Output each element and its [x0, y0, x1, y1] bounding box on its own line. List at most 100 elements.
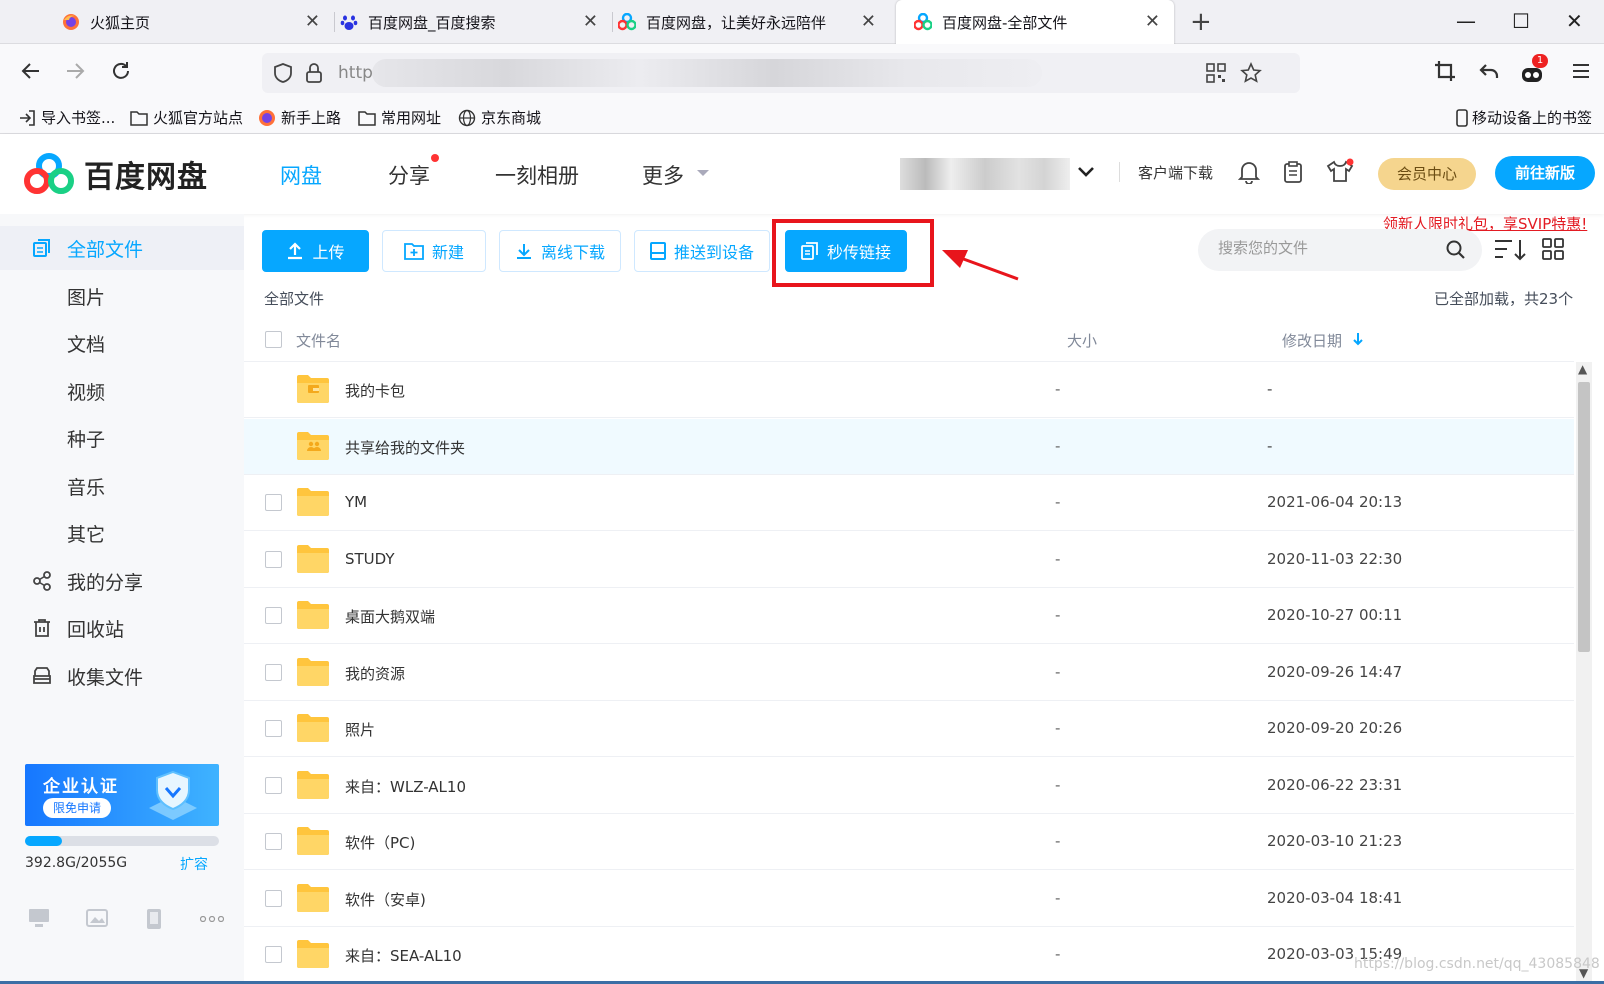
- file-name[interactable]: 我的资源: [345, 663, 405, 684]
- url-bar[interactable]: http: [262, 53, 1300, 93]
- column-header-name[interactable]: 文件名: [296, 330, 341, 351]
- bookmark-getting-started[interactable]: 新手上路: [258, 107, 341, 128]
- column-header-date[interactable]: 修改日期: [1282, 330, 1342, 351]
- table-row[interactable]: 来自：SEA-AL10-2020-03-03 15:49: [244, 927, 1574, 983]
- file-name[interactable]: 共享给我的文件夹: [345, 437, 465, 458]
- enterprise-banner[interactable]: 企业认证 限免申请: [25, 764, 219, 826]
- row-checkbox[interactable]: [265, 720, 282, 737]
- file-name[interactable]: YM: [345, 493, 367, 511]
- file-name[interactable]: 来自：SEA-AL10: [345, 945, 462, 966]
- table-row[interactable]: YM - 2021-06-04 20:13: [244, 475, 1574, 531]
- search-icon[interactable]: [1446, 240, 1466, 260]
- sidebar-item-other[interactable]: 其它: [0, 511, 244, 555]
- file-name[interactable]: 软件（安卓): [345, 889, 426, 910]
- sidebar-item-documents[interactable]: 文档: [0, 321, 244, 365]
- sort-icon[interactable]: [1494, 238, 1526, 262]
- new-version-button[interactable]: 前往新版: [1495, 156, 1595, 190]
- grid-view-icon[interactable]: [1542, 238, 1564, 260]
- nav-share[interactable]: 分享: [388, 160, 430, 190]
- file-name[interactable]: 软件（PC): [345, 832, 415, 853]
- tab-netdisk-files[interactable]: 百度网盘-全部文件 ✕: [896, 0, 1174, 44]
- reload-icon[interactable]: [110, 60, 132, 82]
- close-icon[interactable]: ✕: [1145, 12, 1160, 32]
- table-row[interactable]: 照片 - 2020-09-20 20:26: [244, 701, 1574, 757]
- bookmark-common-sites[interactable]: 常用网址: [358, 107, 441, 128]
- scroll-thumb[interactable]: [1578, 382, 1590, 652]
- upload-button[interactable]: 上传: [262, 230, 369, 272]
- scrollbar[interactable]: ▲ ▼: [1576, 362, 1592, 984]
- scroll-up-arrow-icon[interactable]: ▲: [1578, 362, 1587, 376]
- phone-icon[interactable]: [146, 908, 162, 930]
- file-name[interactable]: 照片: [345, 719, 375, 740]
- screenshot-icon[interactable]: [1434, 60, 1456, 82]
- undo-icon[interactable]: [1478, 60, 1500, 82]
- table-row[interactable]: STUDY - 2020-11-03 22:30: [244, 532, 1574, 588]
- bookmark-import[interactable]: 导入书签...: [18, 107, 115, 128]
- more-dots-icon[interactable]: [200, 916, 224, 922]
- sidebar-item-recycle-bin[interactable]: 回收站: [0, 606, 244, 650]
- tab-netdisk-home[interactable]: 百度网盘，让美好永远陪伴 ✕: [556, 0, 890, 44]
- sidebar-item-videos[interactable]: 视频: [0, 369, 244, 413]
- vip-center-button[interactable]: 会员中心: [1378, 158, 1476, 190]
- row-checkbox[interactable]: [265, 607, 282, 624]
- table-row[interactable]: 桌面大鹅双端 - 2020-10-27 00:11: [244, 588, 1574, 644]
- column-header-size[interactable]: 大小: [1067, 330, 1097, 351]
- extension-button[interactable]: 1: [1520, 54, 1548, 84]
- row-checkbox[interactable]: [265, 664, 282, 681]
- image-device-icon[interactable]: [86, 908, 108, 928]
- sidebar-item-music[interactable]: 音乐: [0, 464, 244, 508]
- new-tab-icon[interactable]: +: [1190, 8, 1212, 36]
- push-to-device-button[interactable]: 推送到设备: [634, 230, 770, 272]
- file-name[interactable]: 桌面大鹅双端: [345, 606, 435, 627]
- row-checkbox[interactable]: [265, 494, 282, 511]
- sidebar-item-my-shares[interactable]: 我的分享: [0, 559, 244, 603]
- window-close-icon[interactable]: ✕: [1566, 8, 1583, 34]
- bookmark-firefox-site[interactable]: 火狐官方站点: [130, 107, 243, 128]
- sidebar-item-images[interactable]: 图片: [0, 274, 244, 318]
- expand-storage-link[interactable]: 扩容: [180, 854, 208, 874]
- forward-icon[interactable]: [64, 60, 86, 82]
- search-input[interactable]: [1218, 239, 1438, 257]
- table-row[interactable]: 共享给我的文件夹 - -: [244, 419, 1574, 475]
- row-checkbox[interactable]: [265, 551, 282, 568]
- sidebar-item-all-files[interactable]: 全部文件: [0, 226, 244, 270]
- tshirt-icon[interactable]: [1326, 158, 1354, 184]
- blurred-username[interactable]: [900, 158, 1070, 190]
- row-checkbox[interactable]: [265, 833, 282, 850]
- offline-download-button[interactable]: 离线下载: [499, 230, 621, 272]
- menu-icon[interactable]: [1570, 60, 1592, 82]
- desktop-icon[interactable]: [28, 908, 50, 928]
- back-icon[interactable]: [20, 60, 42, 82]
- new-folder-button[interactable]: 新建: [382, 230, 486, 272]
- close-icon[interactable]: ✕: [861, 12, 876, 32]
- mobile-bookmarks[interactable]: 移动设备上的书签: [1456, 107, 1592, 128]
- maximize-icon[interactable]: ☐: [1512, 8, 1530, 34]
- file-name[interactable]: 来自：WLZ-AL10: [345, 776, 466, 797]
- clipboard-icon[interactable]: [1282, 160, 1304, 184]
- table-row[interactable]: 我的资源 - 2020-09-26 14:47: [244, 645, 1574, 701]
- row-checkbox[interactable]: [265, 777, 282, 794]
- client-download-link[interactable]: 客户端下载: [1138, 162, 1213, 183]
- chevron-down-icon[interactable]: [1078, 166, 1094, 178]
- app-logo[interactable]: 百度网盘: [24, 152, 208, 196]
- nav-netdisk[interactable]: 网盘: [280, 160, 322, 190]
- shield-icon[interactable]: [272, 62, 294, 84]
- bell-icon[interactable]: [1238, 160, 1260, 184]
- table-row[interactable]: 来自：WLZ-AL10 - 2020-06-22 23:31: [244, 758, 1574, 814]
- qr-code-icon[interactable]: [1206, 63, 1226, 83]
- row-checkbox[interactable]: [265, 946, 282, 963]
- table-row[interactable]: 软件（PC) - 2020-03-10 21:23: [244, 814, 1574, 870]
- nav-more[interactable]: 更多: [642, 160, 684, 190]
- minimize-icon[interactable]: —: [1456, 8, 1476, 34]
- breadcrumb[interactable]: 全部文件: [264, 288, 324, 309]
- sidebar-item-collect-files[interactable]: 收集文件: [0, 654, 244, 698]
- bookmark-star-icon[interactable]: [1240, 62, 1262, 84]
- nav-moment-album[interactable]: 一刻相册: [495, 160, 579, 190]
- file-name[interactable]: STUDY: [345, 550, 395, 568]
- select-all-checkbox[interactable]: [265, 331, 282, 348]
- file-name[interactable]: 我的卡包: [345, 380, 405, 401]
- row-checkbox[interactable]: [265, 890, 282, 907]
- table-row[interactable]: 我的卡包 - -: [244, 362, 1574, 418]
- bookmark-jd[interactable]: 京东商城: [458, 107, 541, 128]
- table-row[interactable]: 软件（安卓) - 2020-03-04 18:41: [244, 871, 1574, 927]
